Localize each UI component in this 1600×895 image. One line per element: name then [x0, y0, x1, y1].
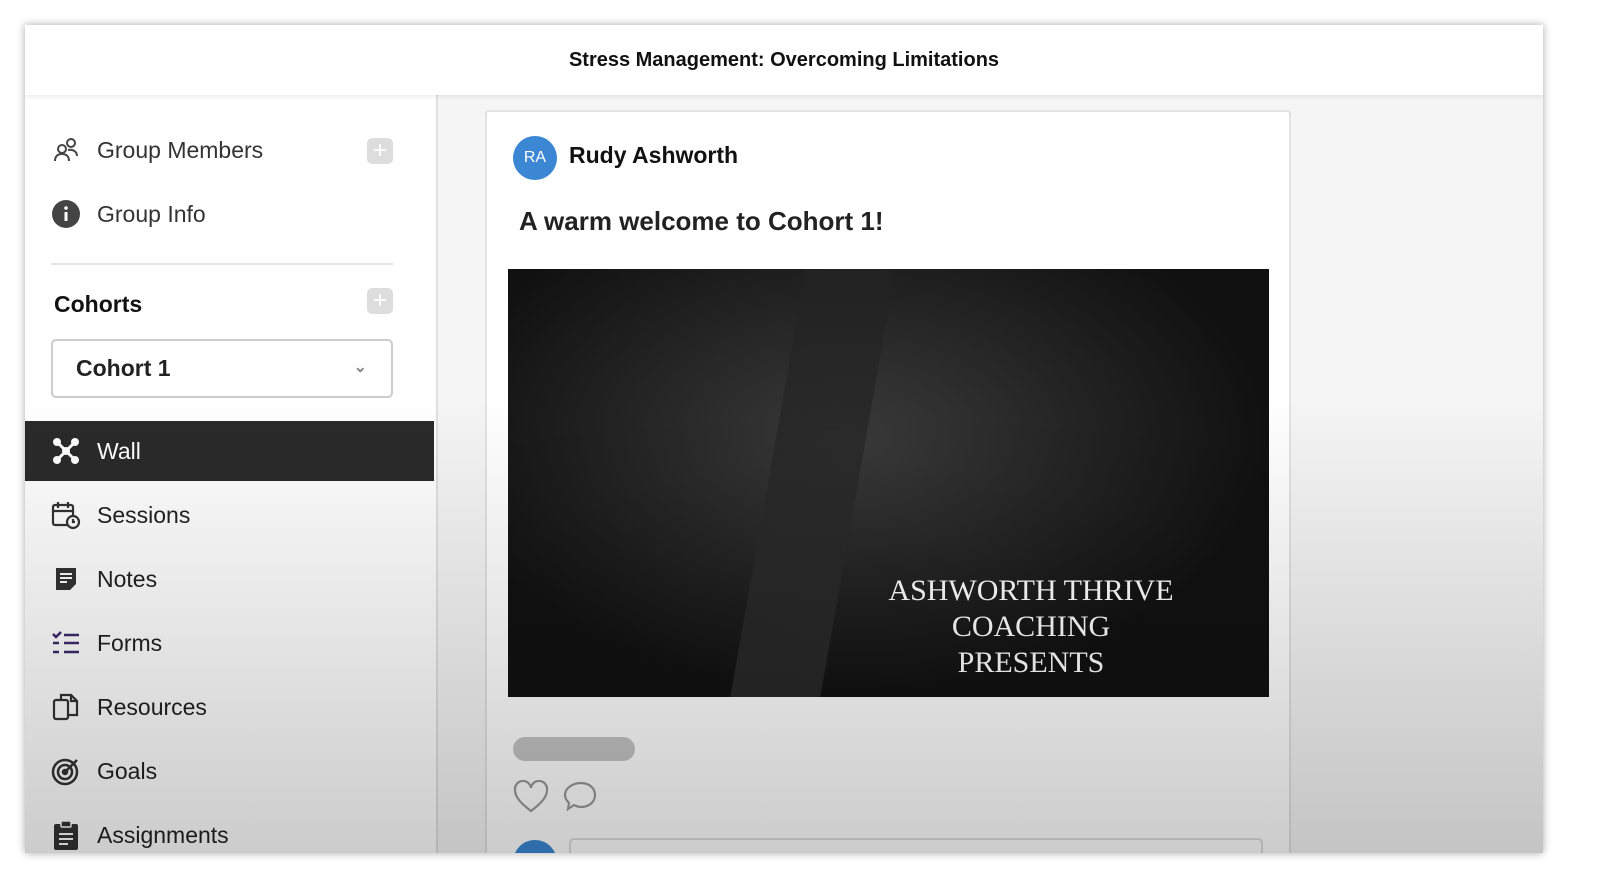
nav-notes[interactable]: Notes	[25, 549, 434, 609]
nav-label: Sessions	[97, 501, 191, 528]
nav-label: Wall	[97, 437, 141, 464]
cohort-select-value: Cohort 1	[76, 355, 171, 381]
group-info-label: Group Info	[97, 200, 206, 227]
target-icon	[51, 756, 81, 786]
notes-icon	[51, 564, 81, 594]
comment-icon[interactable]	[563, 780, 599, 819]
commenter-avatar	[513, 840, 557, 853]
nav-assignments[interactable]: Assignments	[25, 805, 434, 853]
group-members-label: Group Members	[97, 136, 264, 163]
post-author[interactable]: Rudy Ashworth	[569, 142, 738, 169]
nav-wall[interactable]: Wall	[25, 421, 434, 481]
video-caption: ASHWORTH THRIVE COACHING PRESENTS	[811, 573, 1251, 681]
sidebar: Group Members + Group Info Cohorts + Coh…	[25, 95, 438, 853]
app-header: Stress Management: Overcoming Limitation…	[25, 25, 1543, 95]
group-members-icon	[51, 135, 81, 165]
forms-icon	[51, 628, 81, 658]
cohorts-heading: Cohorts	[54, 291, 143, 317]
wall-icon	[51, 436, 81, 466]
nav-label: Forms	[97, 629, 163, 656]
chevron-down-icon: ⌄	[353, 359, 367, 376]
nav-forms[interactable]: Forms	[25, 613, 434, 673]
comment-input[interactable]	[569, 838, 1263, 853]
video-player[interactable]: ASHWORTH THRIVE COACHING PRESENTS	[508, 269, 1269, 697]
post-title: A warm welcome to Cohort 1!	[519, 206, 884, 236]
heart-icon[interactable]	[513, 779, 549, 819]
nav-label: Assignments	[97, 821, 229, 848]
nav-resources[interactable]: Resources	[25, 677, 434, 737]
loading-placeholder	[513, 737, 635, 761]
cohort-select[interactable]: Cohort 1 ⌄	[51, 339, 393, 398]
page-title: Stress Management: Overcoming Limitation…	[568, 48, 1000, 71]
divider	[51, 263, 393, 265]
avatar[interactable]: RA	[513, 136, 557, 180]
resources-icon	[51, 692, 81, 722]
app-window: Stress Management: Overcoming Limitation…	[25, 25, 1543, 853]
nav-goals[interactable]: Goals	[25, 741, 434, 801]
sidebar-item-group-members[interactable]: Group Members	[51, 135, 263, 165]
nav-label: Resources	[97, 693, 207, 720]
calendar-clock-icon	[51, 500, 81, 530]
wall-post: RA Rudy Ashworth A warm welcome to Cohor…	[485, 110, 1291, 853]
add-cohort-button[interactable]: +	[367, 288, 393, 314]
info-icon	[51, 199, 81, 229]
nav-label: Notes	[97, 565, 158, 592]
clipboard-icon	[51, 820, 81, 850]
nav-label: Goals	[97, 757, 158, 784]
add-member-button[interactable]: +	[367, 138, 393, 164]
sidebar-item-group-info[interactable]: Group Info	[51, 199, 206, 229]
nav-sessions[interactable]: Sessions	[25, 485, 434, 545]
caption-line: PRESENTS	[957, 646, 1105, 679]
caption-line: ASHWORTH THRIVE COACHING	[888, 574, 1174, 643]
